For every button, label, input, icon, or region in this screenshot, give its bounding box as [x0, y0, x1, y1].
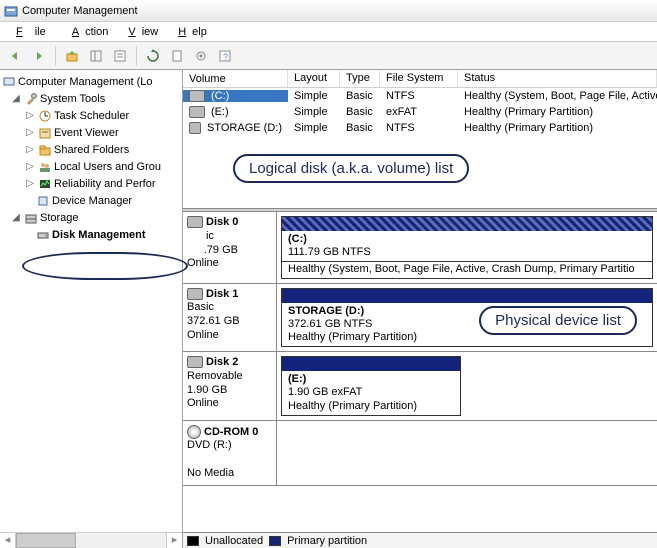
- annotation-volume-list: Logical disk (a.k.a. volume) list: [233, 154, 469, 183]
- tree-task-scheduler[interactable]: ▷ Task Scheduler: [0, 107, 182, 124]
- expand-icon[interactable]: ▷: [24, 161, 36, 172]
- tree-root[interactable]: Computer Management (Lo: [0, 73, 182, 90]
- menu-file[interactable]: File: [4, 24, 58, 40]
- menu-view[interactable]: View: [116, 24, 164, 40]
- disk-icon: [187, 288, 203, 300]
- perf-icon: [38, 177, 52, 191]
- cdrom-row[interactable]: CD-ROM 0 DVD (R:) No Media: [183, 421, 657, 486]
- tree-shared-folders[interactable]: ▷ Shared Folders: [0, 141, 182, 158]
- cdrom-icon: [187, 425, 201, 439]
- storage-icon: [24, 211, 38, 225]
- show-hide-tree-button[interactable]: [85, 45, 107, 67]
- legend-unallocated: Unallocated: [205, 535, 263, 547]
- properties-button[interactable]: [109, 45, 131, 67]
- partition-header-stripe: [282, 357, 460, 371]
- tree-event-viewer[interactable]: ▷ Event Viewer: [0, 124, 182, 141]
- col-layout[interactable]: Layout: [288, 70, 340, 87]
- col-volume[interactable]: Volume: [183, 70, 288, 87]
- volume-list[interactable]: (C:) Simple Basic NTFS Healthy (System, …: [183, 88, 657, 208]
- legend-primary: Primary partition: [287, 535, 367, 547]
- tree-disk-management[interactable]: Disk Management: [0, 226, 182, 243]
- tree-local-users[interactable]: ▷ Local Users and Grou: [0, 158, 182, 175]
- legend-swatch-primary: [269, 536, 281, 546]
- settings-button[interactable]: [190, 45, 212, 67]
- menu-help[interactable]: Help: [166, 24, 213, 40]
- refresh-button[interactable]: [142, 45, 164, 67]
- disk-label: Disk 2 Removable 1.90 GB Online: [183, 352, 277, 420]
- volume-row[interactable]: STORAGE (D:) Simple Basic NTFS Healthy (…: [183, 120, 657, 136]
- export-button[interactable]: [166, 45, 188, 67]
- tree-system-tools[interactable]: ◢ System Tools: [0, 90, 182, 107]
- back-button[interactable]: [4, 45, 26, 67]
- folder-icon: [38, 143, 52, 157]
- drive-icon: [189, 106, 205, 118]
- legend-bar: Unallocated Primary partition: [183, 532, 657, 548]
- app-icon: [4, 4, 18, 18]
- users-icon: [38, 160, 52, 174]
- collapse-icon[interactable]: ◢: [10, 212, 22, 223]
- help-button[interactable]: ?: [214, 45, 236, 67]
- volume-list-header[interactable]: Volume Layout Type File System Status: [183, 70, 657, 88]
- tree-scrollbar[interactable]: ◂ ▸: [0, 532, 182, 548]
- disk-label: Disk 0 Basic 111.79 GB Online: [183, 212, 277, 283]
- device-icon: [36, 194, 50, 208]
- event-icon: [38, 126, 52, 140]
- disk-label: Disk 1 Basic 372.61 GB Online: [183, 284, 277, 352]
- tree-storage[interactable]: ◢ Storage: [0, 209, 182, 226]
- col-filesystem[interactable]: File System: [380, 70, 458, 87]
- legend-swatch-unallocated: [187, 536, 199, 546]
- tools-icon: [24, 92, 38, 106]
- device-list[interactable]: Disk 0 Basic 111.79 GB Online (C:) 111.7…: [183, 212, 657, 532]
- title-bar: Computer Management: [0, 0, 657, 22]
- navigation-tree[interactable]: Computer Management (Lo ◢ System Tools ▷…: [0, 70, 183, 548]
- tree-reliability[interactable]: ▷ Reliability and Perfor: [0, 175, 182, 192]
- col-status[interactable]: Status: [458, 70, 657, 87]
- partition-header-stripe: [282, 289, 652, 303]
- disk-icon: [187, 356, 203, 368]
- computer-icon: [2, 75, 16, 89]
- disk-row[interactable]: Disk 1 Basic 372.61 GB Online STORAGE (D…: [183, 284, 657, 353]
- volume-row[interactable]: (E:) Simple Basic exFAT Healthy (Primary…: [183, 104, 657, 120]
- expand-icon[interactable]: ▷: [24, 127, 36, 138]
- menu-action[interactable]: Action: [60, 24, 115, 40]
- up-button[interactable]: [61, 45, 83, 67]
- collapse-icon[interactable]: ◢: [10, 93, 22, 104]
- partition[interactable]: STORAGE (D:) 372.61 GB NTFS Healthy (Pri…: [281, 288, 653, 348]
- drive-icon: [189, 90, 205, 102]
- partition-header-stripe: [282, 217, 652, 231]
- tree-device-manager[interactable]: Device Manager: [0, 192, 182, 209]
- disk-icon: [36, 228, 50, 242]
- partition[interactable]: (E:) 1.90 GB exFAT Healthy (Primary Part…: [281, 356, 461, 416]
- disk-row[interactable]: Disk 2 Removable 1.90 GB Online (E:) 1.9…: [183, 352, 657, 421]
- cdrom-label: CD-ROM 0 DVD (R:) No Media: [183, 421, 277, 485]
- partition[interactable]: (C:) 111.79 GB NTFS Healthy (System, Boo…: [281, 216, 653, 279]
- expand-icon[interactable]: ▷: [24, 144, 36, 155]
- col-type[interactable]: Type: [340, 70, 380, 87]
- expand-icon[interactable]: ▷: [24, 110, 36, 121]
- drive-icon: [189, 122, 201, 134]
- window-title: Computer Management: [22, 5, 138, 17]
- forward-button[interactable]: [28, 45, 50, 67]
- clock-icon: [38, 109, 52, 123]
- svg-text:?: ?: [223, 52, 228, 62]
- volume-row[interactable]: (C:) Simple Basic NTFS Healthy (System, …: [183, 88, 657, 104]
- menu-bar: File Action View Help: [0, 22, 657, 42]
- disk-row[interactable]: Disk 0 Basic 111.79 GB Online (C:) 111.7…: [183, 212, 657, 284]
- disk-icon: [187, 216, 203, 228]
- toolbar: ?: [0, 42, 657, 70]
- expand-icon[interactable]: ▷: [24, 178, 36, 189]
